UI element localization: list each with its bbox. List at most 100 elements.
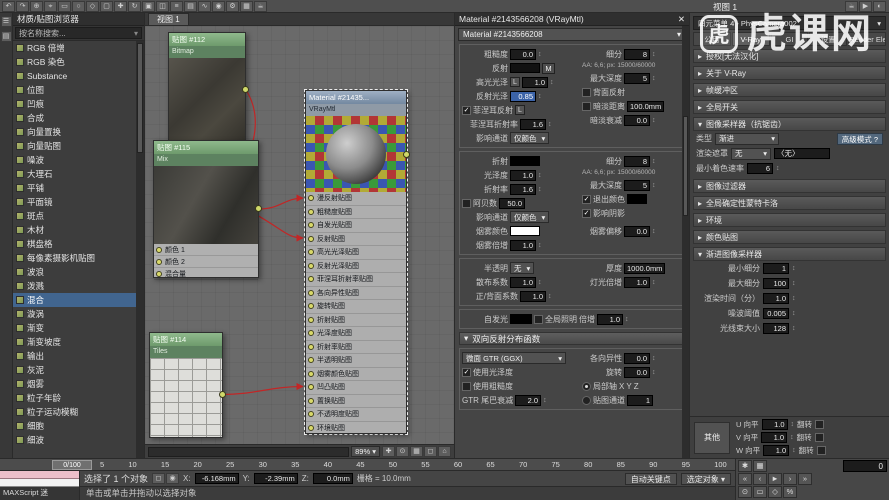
rollout-header[interactable]: ▸全局开关 [693, 100, 886, 114]
node-title[interactable]: 贴图 #114 [150, 333, 222, 346]
spinner-icon[interactable]: ↕ [550, 79, 554, 86]
zoom-icon[interactable]: ⊙ [396, 446, 409, 457]
map-type-item[interactable]: 烟雾 [13, 377, 136, 391]
dock-icon[interactable]: ▤ [1, 31, 12, 42]
select-object-icon[interactable]: ○ [72, 1, 85, 12]
listener-row[interactable] [0, 479, 79, 487]
key-filters-icon[interactable]: ▦ [753, 460, 767, 472]
material-slot[interactable]: 菲涅耳折射率贴图 [306, 273, 406, 287]
map-type-item[interactable]: 向量置换 [13, 125, 136, 139]
material-slot[interactable]: 置换贴图 [306, 395, 406, 409]
node-bitmap-112[interactable]: 贴图 #112 Bitmap [168, 32, 246, 142]
reflect-gloss-field[interactable]: 0.85 [510, 91, 536, 102]
render-icon[interactable]: ☕ [254, 1, 267, 12]
brdf-rollout-header[interactable]: ▾双向反射分布函数 [459, 332, 685, 345]
spinner-icon[interactable]: ↕ [652, 75, 656, 82]
map-type-item[interactable]: 大理石 [13, 167, 136, 181]
render-time-field[interactable]: 1.0 [763, 293, 789, 304]
map-type-item[interactable]: 木材 [13, 223, 136, 237]
uvw-tiling-field[interactable]: 1.0 [762, 419, 788, 430]
map-type-item[interactable]: 平面镜 [13, 195, 136, 209]
spinner-icon[interactable]: ↕ [652, 117, 656, 124]
render-mask-value[interactable]: 〈无〉 [774, 148, 830, 159]
bind-spacewarp-icon[interactable]: ▭ [58, 1, 71, 12]
material-slot[interactable]: 旋转贴图 [306, 300, 406, 314]
map-type-item[interactable]: 输出 [13, 349, 136, 363]
render-tab[interactable]: V-Ray [732, 32, 770, 46]
slot-socket[interactable] [308, 411, 314, 417]
spinner-icon[interactable]: ↕ [548, 121, 552, 128]
progressive-rollout-header[interactable]: ▾渐进图像采样器 [693, 247, 886, 261]
gtr-falloff-field[interactable]: 2.0 [515, 395, 541, 406]
material-slot[interactable]: 半透明贴图 [306, 354, 406, 368]
min-subdivs-field[interactable]: 1 [763, 263, 789, 274]
flip-checkbox[interactable] [815, 433, 824, 442]
axis-x[interactable]: X [619, 382, 624, 391]
rollout-header[interactable]: ▸图像过滤器 [693, 179, 886, 193]
ior-field[interactable]: 1.6 [510, 184, 536, 195]
map-type-item[interactable]: 每像素摄影机贴图 [13, 251, 136, 265]
map-type-item[interactable]: 向量贴图 [13, 139, 136, 153]
map-type-item[interactable]: 凹痕 [13, 97, 136, 111]
current-frame-field[interactable]: 0 [843, 460, 887, 472]
material-slot[interactable]: 反射贴图 [306, 233, 406, 247]
zoom-extents-icon[interactable]: ▦ [410, 446, 423, 457]
scatter-field[interactable]: 1.0 [510, 277, 536, 288]
slot-socket[interactable] [308, 330, 314, 336]
material-slot[interactable]: 折射率贴图 [306, 341, 406, 355]
render-tab[interactable]: 公用 [693, 32, 731, 46]
min-shading-rate-field[interactable]: 6 [747, 163, 773, 174]
map-type-item[interactable]: 位图 [13, 83, 136, 97]
chevron-down-icon[interactable]: ▾ [134, 28, 138, 39]
noise-threshold-field[interactable]: 0.005 [763, 308, 789, 319]
fog-mult-field[interactable]: 1.0 [510, 240, 536, 251]
material-slot[interactable]: 反射光泽贴图 [306, 260, 406, 274]
fog-color-swatch[interactable] [510, 226, 540, 236]
map-type-item[interactable]: 斑点 [13, 209, 136, 223]
x-coordinate-field[interactable]: -6.168mm [195, 473, 239, 484]
isolate-icon[interactable]: ◻ [152, 473, 165, 484]
set-key-icon[interactable]: ✱ [738, 460, 752, 472]
node-slot[interactable]: 颜色 1 [154, 244, 258, 256]
affect-channels-dropdown[interactable]: 仅颜色▾ [510, 132, 549, 144]
node-title[interactable]: 贴图 #112 [169, 33, 245, 46]
map-type-item[interactable]: 渐变坡度 [13, 335, 136, 349]
spinner-icon[interactable]: ↕ [652, 369, 656, 376]
spinner-icon[interactable]: ↕ [652, 228, 656, 235]
render-frame-icon[interactable]: ▦ [240, 1, 253, 12]
spinner-icon[interactable]: ↕ [792, 325, 796, 332]
slot-socket[interactable] [308, 317, 314, 323]
ray-bundle-field[interactable]: 128 [763, 323, 789, 334]
rollout-header[interactable]: ▸颜色贴图 [693, 230, 886, 244]
node-mix-115[interactable]: 贴图 #115 Mix 颜色 1 颜色 2 混合量 [153, 140, 259, 278]
slot-socket[interactable] [156, 247, 162, 253]
anisotropy-field[interactable]: 0.0 [624, 353, 650, 364]
advanced-mode-button[interactable]: 高级模式 ? [837, 133, 883, 145]
play-icon[interactable]: ► [768, 473, 782, 485]
spinner-icon[interactable]: ↕ [538, 93, 542, 100]
slot-socket[interactable] [308, 303, 314, 309]
thickness-field[interactable]: 1000.0mm [624, 263, 665, 274]
render-tab[interactable]: Render Elem [848, 32, 886, 46]
flip-checkbox[interactable] [817, 446, 826, 455]
material-slot[interactable]: 光泽度贴图 [306, 327, 406, 341]
zoom-region-icon[interactable]: ◻ [424, 446, 437, 457]
spinner-icon[interactable]: ↕ [790, 434, 794, 441]
rotate-icon[interactable]: ↻ [128, 1, 141, 12]
spinner-icon[interactable]: ↕ [791, 421, 795, 428]
local-axis-radio[interactable] [582, 382, 591, 391]
output-socket[interactable] [219, 391, 226, 398]
rollout-header[interactable]: ▸关于 V-Ray [693, 66, 886, 80]
map-type-item[interactable]: 粒子年龄 [13, 391, 136, 405]
unlink-icon[interactable]: ⌖ [44, 1, 57, 12]
subdivs-field[interactable]: 8 [624, 49, 650, 60]
spinner-icon[interactable]: ↕ [792, 265, 796, 272]
material-slot[interactable]: 折射贴图 [306, 314, 406, 328]
uvw-tiling-field[interactable]: 1.0 [763, 445, 789, 456]
dim-distance-checkbox[interactable] [582, 102, 591, 111]
spinner-icon[interactable]: ↕ [652, 182, 656, 189]
rotation-field[interactable]: 0.0 [624, 367, 650, 378]
node-vraymtl[interactable]: Material #21435... VRayMtl 漫反射贴图 粗糙度贴图 自… [305, 90, 407, 434]
refract-gloss-field[interactable]: 1.0 [510, 170, 536, 181]
max-subdivs-field[interactable]: 100 [763, 278, 789, 289]
